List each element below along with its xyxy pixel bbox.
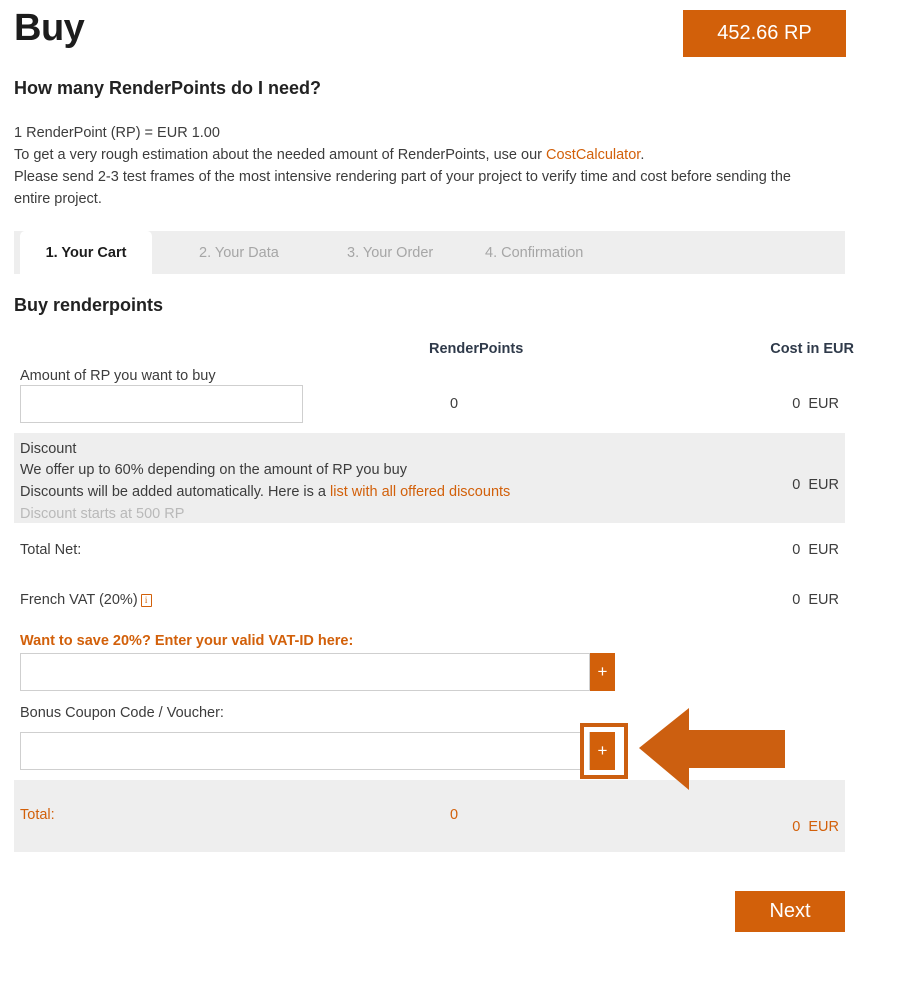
total-label: Total:	[20, 807, 55, 823]
discount-line-2: Discounts will be added automatically. H…	[20, 484, 510, 500]
column-header-renderpoints: RenderPoints	[429, 341, 524, 357]
intro-line-2-pre: To get a very rough estimation about the…	[14, 147, 547, 163]
discount-row-currency: EUR	[808, 477, 839, 493]
amount-row-label: Amount of RP you want to buy	[20, 368, 216, 384]
page-title: Buy	[14, 7, 85, 49]
info-icon[interactable]: i	[140, 594, 152, 607]
total-renderpoints: 0	[449, 807, 459, 823]
cost-calculator-link[interactable]: CostCalculator	[546, 147, 640, 163]
vat-cost: 0 EUR	[772, 592, 839, 608]
total-net-label: Total Net:	[20, 542, 82, 558]
amount-row-cost-value: 0	[792, 396, 801, 412]
total-row: Total: 0 0 EUR	[14, 780, 845, 852]
total-net-row: Total Net: 0 EUR	[14, 540, 845, 564]
discount-title: Discount	[20, 441, 77, 457]
next-button[interactable]: Next	[735, 891, 845, 932]
coupon-input-group: +	[20, 732, 615, 770]
total-currency: EUR	[808, 819, 839, 835]
coupon-input[interactable]	[20, 732, 590, 770]
total-net-currency: EUR	[808, 542, 839, 558]
discount-line-3: Discount starts at 500 RP	[20, 506, 185, 522]
tab-your-order[interactable]: 3. Your Order	[347, 231, 433, 274]
annotation-highlight-box	[580, 723, 628, 779]
vat-cost-value: 0	[792, 592, 801, 608]
buy-renderpoints-heading: Buy renderpoints	[14, 295, 164, 315]
vat-label-text: French VAT (20%)	[20, 592, 138, 608]
discount-row-cost: 0 EUR	[772, 477, 839, 493]
vat-id-label: Want to save 20%? Enter your valid VAT-I…	[20, 633, 354, 649]
checkout-steps-tabbar: 1. Your Cart 2. Your Data 3. Your Order …	[14, 231, 845, 274]
discount-line-2-pre: Discounts will be added automatically. H…	[20, 484, 331, 500]
intro-line-2-post: .	[640, 147, 645, 163]
annotation-left-arrow-icon	[639, 708, 785, 790]
amount-input[interactable]	[20, 385, 303, 423]
vat-id-input[interactable]	[20, 653, 590, 691]
intro-text: 1 RenderPoint (RP) = EUR 1.00 To get a v…	[14, 122, 814, 210]
discount-row: Discount We offer up to 60% depending on…	[14, 433, 845, 523]
discount-line-1: We offer up to 60% depending on the amou…	[20, 462, 407, 478]
vat-currency: EUR	[808, 592, 839, 608]
total-net-cost: 0 EUR	[772, 542, 839, 558]
total-cost-value: 0	[792, 819, 801, 835]
rp-balance-badge: 452.66 RP	[683, 10, 846, 57]
intro-heading: How many RenderPoints do I need?	[14, 78, 322, 98]
amount-row-renderpoints: 0	[449, 396, 459, 412]
column-header-cost: Cost in EUR	[770, 341, 854, 357]
tab-confirmation[interactable]: 4. Confirmation	[485, 231, 583, 274]
tab-your-cart[interactable]: 1. Your Cart	[20, 231, 152, 274]
amount-row-cost: 0 EUR	[772, 396, 839, 412]
total-net-cost-value: 0	[792, 542, 801, 558]
intro-line-2: To get a very rough estimation about the…	[14, 144, 814, 166]
amount-row-currency: EUR	[808, 396, 839, 412]
amount-row: Amount of RP you want to buy 0 0 EUR	[14, 366, 845, 428]
vat-id-input-group: +	[20, 653, 615, 691]
discount-row-cost-value: 0	[792, 477, 801, 493]
intro-line-1: 1 RenderPoint (RP) = EUR 1.00	[14, 125, 220, 141]
vat-label: French VAT (20%) i	[20, 592, 152, 608]
vat-row: French VAT (20%) i 0 EUR	[14, 590, 845, 616]
coupon-label: Bonus Coupon Code / Voucher:	[20, 705, 224, 721]
total-cost: 0 EUR	[772, 819, 839, 835]
vat-id-add-button[interactable]: +	[590, 653, 615, 691]
discount-list-link[interactable]: list with all offered discounts	[330, 484, 510, 500]
tab-your-data[interactable]: 2. Your Data	[199, 231, 279, 274]
intro-line-3: Please send 2-3 test frames of the most …	[14, 169, 791, 207]
